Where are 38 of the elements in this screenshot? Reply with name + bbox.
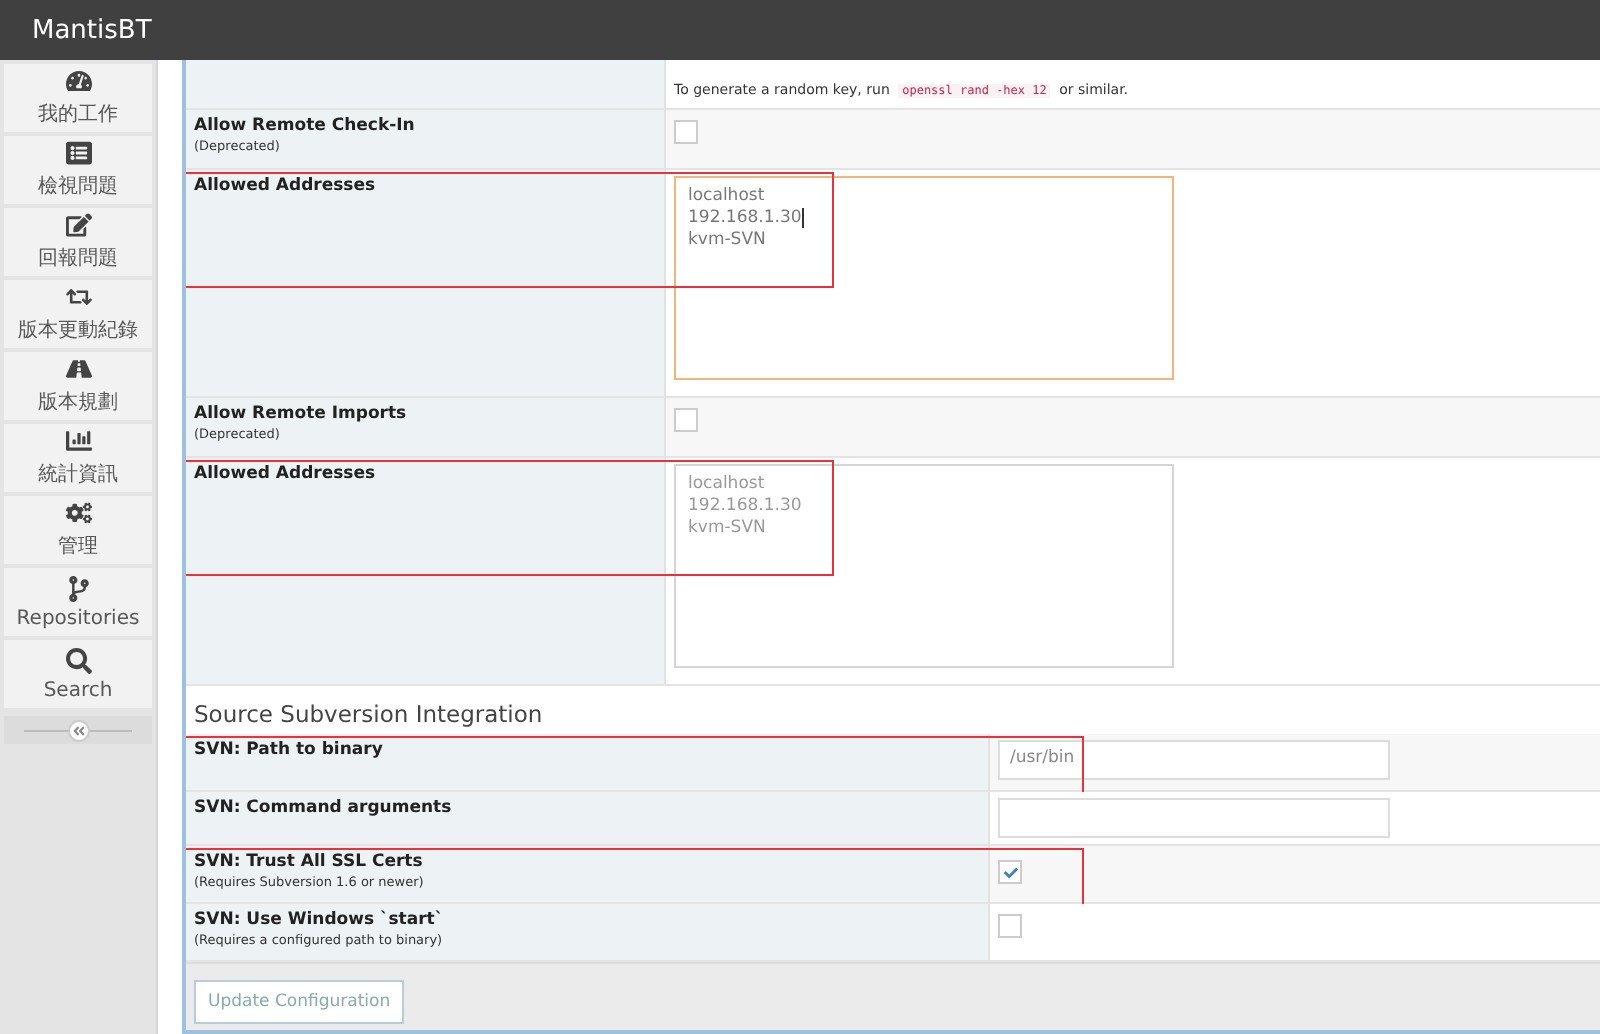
setting-label: SVN: Command arguments <box>194 797 454 818</box>
sidebar-item[interactable]: 回報問題 <box>4 208 152 276</box>
collapse-button[interactable] <box>67 719 89 741</box>
gears-icon <box>65 500 91 526</box>
checkbox[interactable] <box>998 913 1022 938</box>
setting-label: SVN: Trust All SSL Certs <box>194 851 425 872</box>
sidebar-item[interactable]: Repositories <box>4 568 152 636</box>
dashboard-icon <box>65 68 91 94</box>
list-icon <box>65 140 91 166</box>
branch-icon <box>65 575 91 601</box>
sidebar-item[interactable]: 檢視問題 <box>4 136 152 204</box>
retweet-icon <box>65 284 91 310</box>
setting-label: SVN: Path to binary <box>194 739 385 760</box>
double-chevron-icon <box>71 723 85 737</box>
road-icon <box>65 356 91 382</box>
sidebar-item[interactable]: 版本規劃 <box>4 352 152 420</box>
checkbox[interactable] <box>998 860 1022 885</box>
text-input[interactable]: /usr/bin <box>998 739 1390 780</box>
addresses-textarea[interactable]: localhost 192.168.1.30 kvm-SVN <box>674 175 1174 380</box>
bar-chart-icon <box>65 428 91 454</box>
check-icon <box>1003 865 1017 880</box>
text-input[interactable] <box>998 797 1390 838</box>
sidebar-item[interactable]: 版本更動紀錄 <box>4 280 152 348</box>
edit-icon <box>65 212 91 238</box>
sidebar-item[interactable]: 我的工作 <box>4 64 152 132</box>
section-heading: Source Subversion Integration <box>192 697 545 732</box>
app-title: MantisBT <box>32 15 152 45</box>
sidebar-item[interactable]: 管理 <box>4 496 152 564</box>
search-icon <box>65 647 91 673</box>
setting-label: Allowed Addresses <box>194 463 378 484</box>
setting-label: Allow Remote Check-In <box>194 115 417 136</box>
setting-label: Allowed Addresses <box>194 175 378 196</box>
checkbox[interactable] <box>674 119 698 144</box>
sidebar-item[interactable]: 統計資訊 <box>4 424 152 492</box>
sidebar-item[interactable]: Search <box>4 640 152 708</box>
setting-label: Allow Remote Imports <box>194 403 409 424</box>
setting-label: SVN: Use Windows `start` <box>194 909 446 930</box>
checkbox[interactable] <box>674 407 698 432</box>
